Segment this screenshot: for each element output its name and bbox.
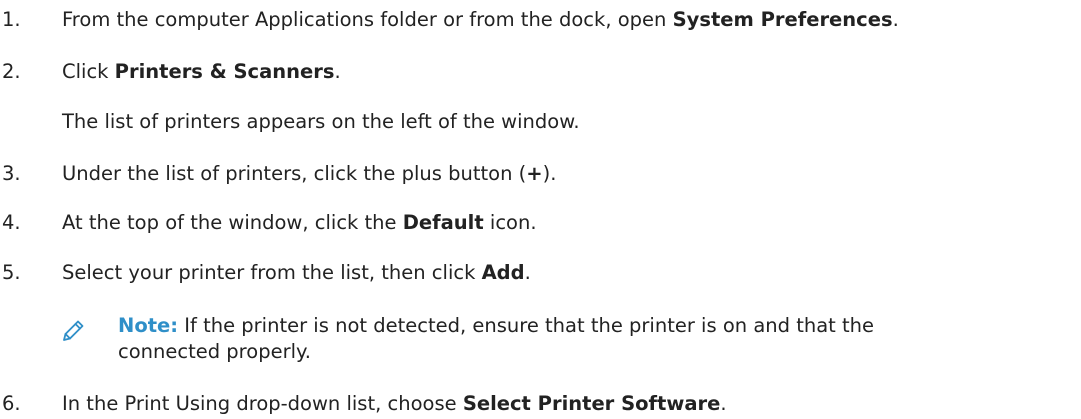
step-text-plain: icon. (483, 211, 537, 234)
step-number: 4. (2, 211, 21, 234)
step-text-bold: Select Printer Software (462, 392, 721, 415)
note-body-continued: connected properly. (118, 340, 311, 363)
step-text-plain: Under the list of printers, click the pl… (62, 162, 527, 185)
step-text-plain: In the Print Using drop-down list, choos… (62, 392, 463, 415)
step-number: 3. (2, 162, 21, 185)
step-text: Under the list of printers, click the pl… (62, 162, 556, 186)
step-text-plain: Select your printer from the list, then … (62, 261, 482, 284)
note-body: If the printer is not detected, ensure t… (178, 314, 875, 337)
step-text-bold: Printers & Scanners (114, 60, 335, 83)
step-text-plain: ). (542, 162, 557, 185)
step-text-plain: Click (62, 60, 115, 83)
step-text: Select your printer from the list, then … (62, 261, 531, 285)
step-text-plain: At the top of the window, click the (62, 211, 403, 234)
step-text-plain: From the computer Applications folder or… (62, 8, 673, 31)
step-number: 6. (2, 392, 21, 415)
step-text: From the computer Applications folder or… (62, 8, 899, 32)
note-label: Note: (118, 314, 179, 337)
step-text: At the top of the window, click the Defa… (62, 211, 537, 235)
step-text: Click Printers & Scanners. (62, 60, 341, 84)
step-text-bold: Default (402, 211, 484, 234)
step-number: 1. (2, 8, 21, 31)
note-text: Note: If the printer is not detected, en… (118, 314, 874, 338)
step-text-plain: . (334, 60, 341, 83)
step-text-bold: Add (481, 261, 525, 284)
step-text-plain: . (524, 261, 531, 284)
pencil-icon (63, 320, 84, 341)
step-text-plain: . (720, 392, 727, 415)
step-text: In the Print Using drop-down list, choos… (62, 392, 727, 416)
step-text-bold: System Preferences (672, 8, 893, 31)
step-number: 2. (2, 60, 21, 83)
step-number: 5. (2, 261, 21, 284)
step-text-bold: + (526, 162, 543, 185)
paragraph-text: The list of printers appears on the left… (62, 110, 580, 133)
step-text-plain: . (892, 8, 899, 31)
